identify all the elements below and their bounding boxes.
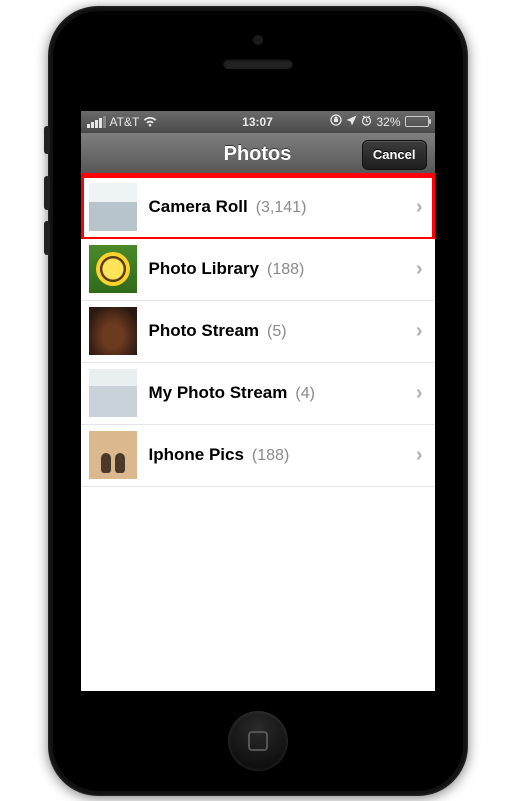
status-left: AT&T	[87, 115, 158, 129]
volume-up-button[interactable]	[44, 176, 50, 210]
album-list: Camera Roll (3,141) › Photo Library (188…	[81, 177, 435, 487]
chevron-right-icon: ›	[416, 196, 423, 219]
album-count: (188)	[267, 261, 304, 279]
album-thumbnail	[89, 183, 137, 231]
volume-down-button[interactable]	[44, 221, 50, 255]
screen: AT&T 13:07 32%	[81, 111, 435, 691]
home-button-icon	[248, 731, 268, 751]
battery-percent: 32%	[376, 115, 400, 129]
album-name: Photo Stream	[149, 321, 260, 341]
album-thumbnail	[89, 431, 137, 479]
home-button[interactable]	[228, 711, 288, 771]
album-name: Photo Library	[149, 259, 260, 279]
phone-frame: AT&T 13:07 32%	[48, 6, 468, 796]
album-thumbnail	[89, 245, 137, 293]
chevron-right-icon: ›	[416, 444, 423, 467]
alarm-icon	[361, 115, 372, 129]
album-row-photo-stream[interactable]: Photo Stream (5) ›	[81, 301, 435, 363]
album-thumbnail	[89, 369, 137, 417]
carrier-label: AT&T	[110, 115, 140, 129]
album-name: My Photo Stream	[149, 383, 288, 403]
album-name: Camera Roll	[149, 197, 248, 217]
album-text: Photo Stream (5)	[149, 321, 416, 341]
cancel-button-label: Cancel	[373, 147, 416, 162]
battery-icon	[405, 116, 429, 127]
album-row-iphone-pics[interactable]: Iphone Pics (188) ›	[81, 425, 435, 487]
album-count: (5)	[267, 323, 287, 341]
album-text: Camera Roll (3,141)	[149, 197, 416, 217]
front-camera	[253, 35, 263, 45]
orientation-lock-icon	[330, 114, 342, 129]
page-title: Photos	[224, 143, 292, 166]
album-thumbnail	[89, 307, 137, 355]
mute-switch[interactable]	[44, 126, 50, 154]
album-row-camera-roll[interactable]: Camera Roll (3,141) ›	[81, 177, 435, 239]
nav-bar: Photos Cancel	[81, 133, 435, 177]
chevron-right-icon: ›	[416, 258, 423, 281]
album-row-photo-library[interactable]: Photo Library (188) ›	[81, 239, 435, 301]
location-icon	[346, 115, 357, 129]
cancel-button[interactable]: Cancel	[362, 140, 427, 170]
album-text: My Photo Stream (4)	[149, 383, 416, 403]
signal-icon	[87, 116, 106, 128]
status-bar: AT&T 13:07 32%	[81, 111, 435, 133]
album-row-my-photo-stream[interactable]: My Photo Stream (4) ›	[81, 363, 435, 425]
chevron-right-icon: ›	[416, 382, 423, 405]
wifi-icon	[143, 116, 157, 127]
album-text: Photo Library (188)	[149, 259, 416, 279]
album-name: Iphone Pics	[149, 445, 244, 465]
album-count: (4)	[295, 385, 315, 403]
earpiece	[223, 59, 293, 69]
clock: 13:07	[242, 115, 273, 129]
album-count: (188)	[252, 447, 289, 465]
phone-body: AT&T 13:07 32%	[53, 11, 463, 791]
chevron-right-icon: ›	[416, 320, 423, 343]
album-text: Iphone Pics (188)	[149, 445, 416, 465]
status-right: 32%	[330, 114, 428, 129]
album-count: (3,141)	[256, 199, 307, 217]
